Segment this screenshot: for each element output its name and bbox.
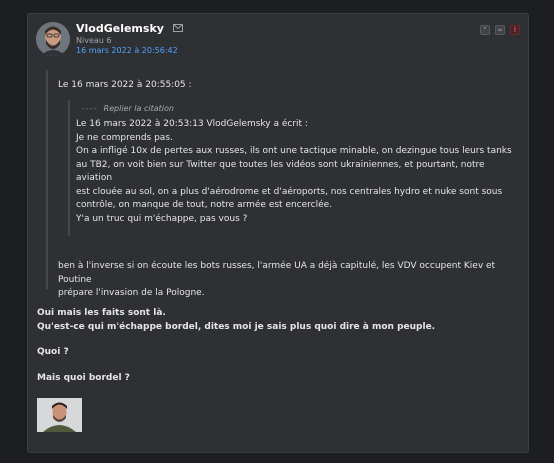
nested-quote-text: Le 16 mars 2022 à 20:53:13 VlodGelemsky … [76,118,516,226]
mail-icon[interactable] [172,24,183,35]
quote-header: Le 16 mars 2022 à 20:55:05 : [58,80,192,90]
quote-line: au TB2, on voit bien sur Twitter que tou… [76,159,485,184]
post-date-link[interactable]: 16 mars 2022 à 20:56:42 [76,46,183,55]
nested-quote: ---- Replier la citation Le 16 mars 2022 … [68,100,514,236]
post-content: Le 16 mars 2022 à 20:55:05 : ---- Replier… [37,58,519,444]
report-icon: ! [513,26,517,34]
author-info: VlodGelemsky Niveau 6 16 mars 2022 à 20:… [76,22,183,55]
collapse-quote-label: Replier la citation [103,104,174,113]
quote-line: est clouée au sol, on a plus d'aérodrome… [76,186,503,197]
body-line: Oui mais les faits sont là. [37,308,166,318]
moderate-button[interactable]: ≈ [495,25,505,35]
post-body: Oui mais les faits sont là. Qu'est-ce qu… [37,307,507,385]
avatar-image [36,22,70,56]
quote-line: contrôle, on manque de tout, notre armée… [76,200,333,210]
quote-text: ben à l'inverse si on écoute les bots ru… [58,260,518,301]
quote-icon: ” [483,26,487,34]
quote-line: Je ne comprends pas. [76,132,173,143]
body-line: Qu'est-ce qui m'échappe bordel, dites mo… [37,321,436,332]
username[interactable]: VlodGelemsky [76,22,164,35]
report-button[interactable]: ! [510,25,520,35]
post-header: VlodGelemsky Niveau 6 16 mars 2022 à 20:… [36,22,520,58]
quote-button[interactable]: ” [480,25,490,35]
forum-post: VlodGelemsky Niveau 6 16 mars 2022 à 20:… [27,13,529,453]
user-level: Niveau 6 [76,36,112,45]
quote-line: Y'a un truc qui m'échappe, pas vous ? [76,213,248,224]
quote-line: prépare l'invasion de la Pologne. [58,288,205,298]
body-line: Mais quoi bordel ? [37,372,130,383]
embedded-image[interactable] [37,398,82,432]
quote-line: ben à l'inverse si on écoute les bots ru… [58,261,496,285]
avatar[interactable] [36,22,70,56]
collapse-quote-link[interactable]: ---- Replier la citation [82,104,174,113]
moderate-icon: ≈ [497,26,503,34]
post-actions: ” ≈ ! [480,25,520,35]
body-line: Quoi ? [37,347,69,357]
collapse-icon: ---- [82,104,98,113]
quote-line: Le 16 mars 2022 à 20:53:13 VlodGelemsky … [76,119,308,129]
quote-line: On a infligé 10x de pertes aux russes, i… [76,146,512,156]
quote-block: Le 16 mars 2022 à 20:55:05 : ---- Replier… [46,70,524,298]
portrait-image [37,398,82,432]
